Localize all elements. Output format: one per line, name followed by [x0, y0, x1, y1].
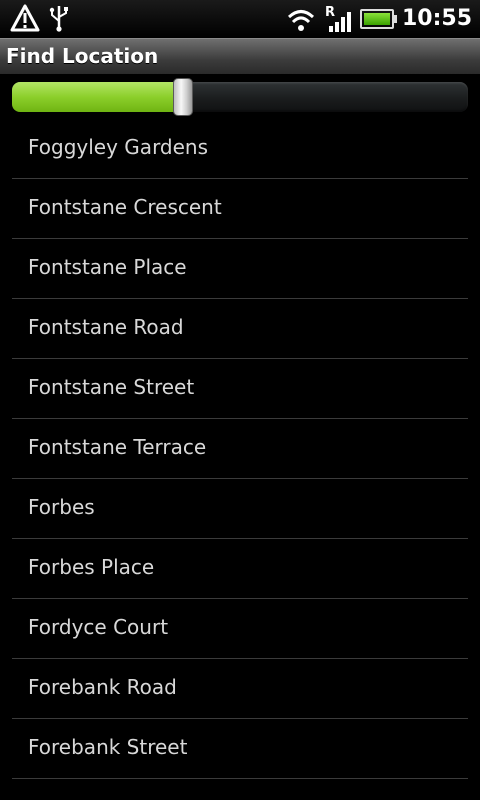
list-item-label: Fontstane Terrace	[28, 435, 207, 459]
title-bar: Find Location	[0, 38, 480, 74]
location-list: Foggyley Gardens Fontstane Crescent Font…	[12, 119, 468, 779]
status-time: 10:55	[401, 6, 472, 31]
usb-icon	[48, 4, 70, 32]
warning-icon	[10, 4, 40, 32]
list-item-label: Forebank Road	[28, 675, 177, 699]
list-item[interactable]: Fontstane Place	[12, 239, 468, 299]
list-item-label: Fontstane Street	[28, 375, 195, 399]
battery-icon	[359, 9, 397, 29]
list-item-label: Fontstane Road	[28, 315, 184, 339]
list-item-label: Fordyce Court	[28, 615, 169, 639]
list-item[interactable]: Foggyley Gardens	[12, 119, 468, 179]
signal-icon: R	[324, 4, 352, 34]
list-item-label: Forebank Street	[28, 735, 188, 759]
list-item[interactable]: Forebank Street	[12, 719, 468, 779]
list-item[interactable]: Fontstane Terrace	[12, 419, 468, 479]
location-slider[interactable]	[12, 78, 468, 116]
list-item-label: Forbes Place	[28, 555, 155, 579]
list-item[interactable]: Forbes	[12, 479, 468, 539]
list-item[interactable]: Fontstane Street	[12, 359, 468, 419]
slider-thumb[interactable]	[173, 78, 193, 116]
list-item[interactable]: Fontstane Road	[12, 299, 468, 359]
roaming-indicator: R	[325, 5, 335, 20]
list-item-label: Fontstane Crescent	[28, 195, 222, 219]
list-item-label: Forbes	[28, 495, 95, 519]
page-title: Find Location	[6, 44, 159, 68]
wifi-icon	[286, 5, 316, 33]
list-item[interactable]: Forebank Road	[12, 659, 468, 719]
status-bar: R 10:55	[0, 0, 480, 38]
list-item[interactable]: Forbes Place	[12, 539, 468, 599]
slider-fill	[12, 82, 183, 112]
list-item[interactable]: Fordyce Court	[12, 599, 468, 659]
list-item[interactable]: Fontstane Crescent	[12, 179, 468, 239]
list-item-label: Foggyley Gardens	[28, 135, 209, 159]
list-item-label: Fontstane Place	[28, 255, 187, 279]
